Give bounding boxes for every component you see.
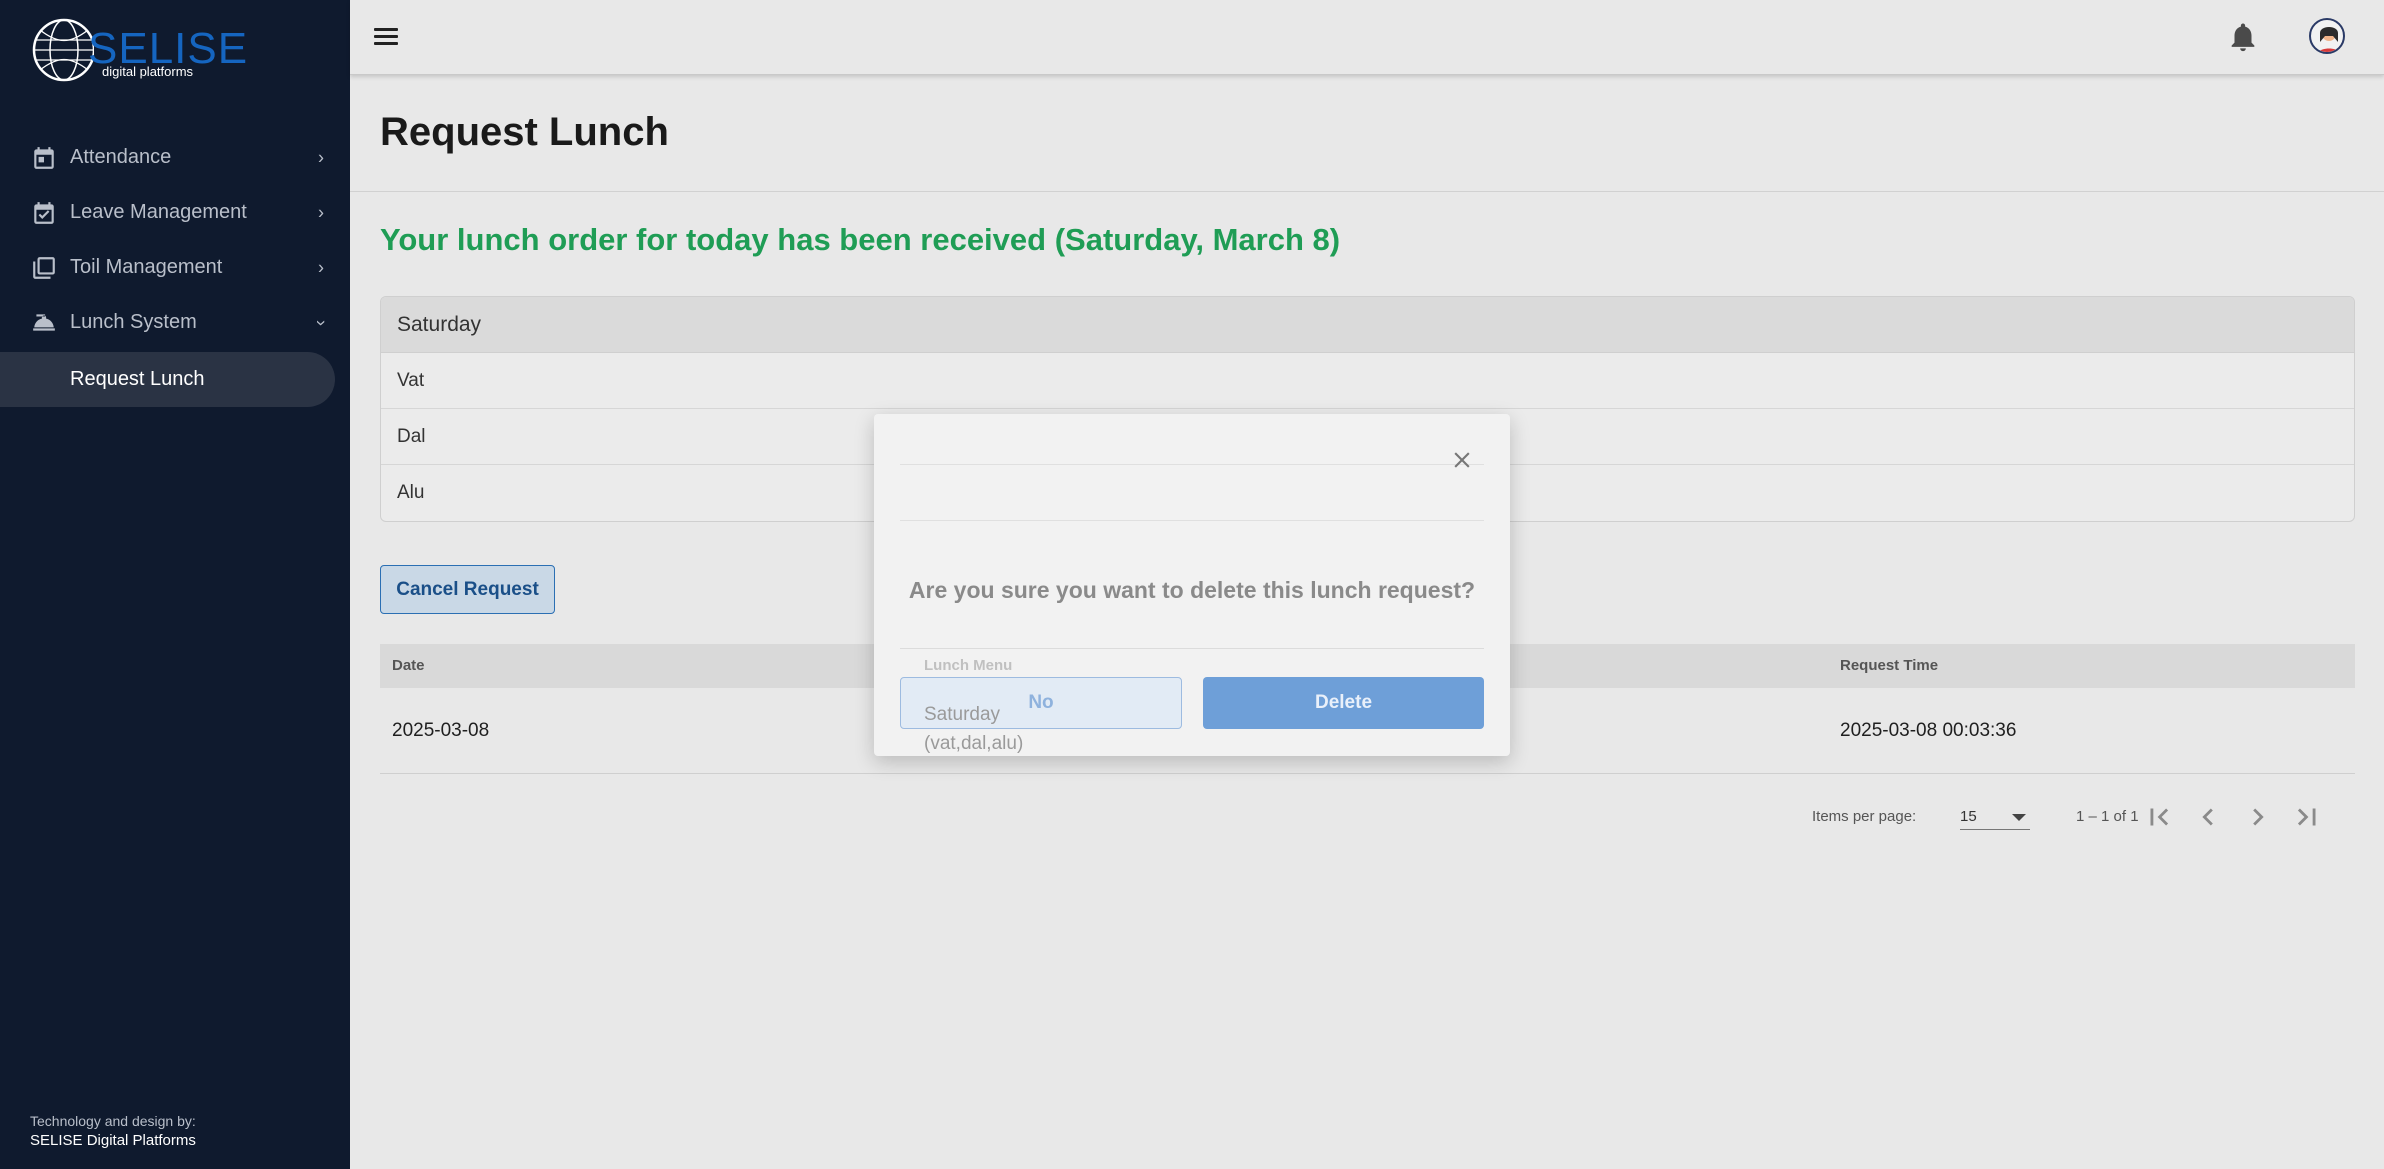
calendar-check-icon bbox=[30, 199, 58, 227]
sidebar-subitem-label: Request Lunch bbox=[70, 368, 205, 390]
page-title: Request Lunch bbox=[380, 110, 669, 154]
sidebar: SELISE digital platforms Attendance › Le… bbox=[0, 0, 350, 1169]
sidebar-item-leave-management[interactable]: Leave Management › bbox=[0, 185, 350, 240]
items-per-page-select[interactable]: 15 bbox=[1960, 800, 2030, 830]
divider bbox=[900, 464, 1484, 465]
room-service-icon bbox=[30, 309, 58, 337]
calendar-icon bbox=[30, 144, 58, 172]
column-header-date: Date bbox=[392, 657, 425, 674]
cell-request-time: 2025-03-08 00:03:36 bbox=[1840, 720, 2017, 741]
next-page-icon[interactable] bbox=[2241, 800, 2275, 834]
sidebar-item-request-lunch[interactable]: Request Lunch bbox=[0, 352, 335, 407]
credit-caption: Technology and design by: bbox=[30, 1113, 196, 1129]
menu-day-header: Saturday bbox=[381, 297, 2354, 353]
sidebar-item-lunch-system[interactable]: Lunch System › bbox=[0, 295, 350, 350]
page-range: 1 – 1 of 1 bbox=[2076, 808, 2139, 825]
credit-company: SELISE Digital Platforms bbox=[30, 1132, 196, 1149]
close-icon[interactable] bbox=[1449, 447, 1475, 473]
chevron-down-icon: › bbox=[311, 319, 332, 326]
brand-tagline: digital platforms bbox=[102, 64, 194, 79]
column-header-request-time: Request Time bbox=[1840, 657, 1939, 674]
cell-menu-items: (vat,dal,alu) bbox=[924, 733, 1024, 754]
items-per-page-value: 15 bbox=[1960, 808, 1977, 825]
chevron-right-icon: › bbox=[318, 202, 324, 222]
dropdown-arrow-icon bbox=[2012, 814, 2026, 821]
column-header-lunch-menu: Lunch Menu bbox=[924, 657, 1013, 674]
top-bar bbox=[350, 0, 2384, 75]
divider bbox=[350, 191, 2384, 192]
confirm-delete-dialog: Are you sure you want to delete this lun… bbox=[874, 414, 1510, 756]
cell-menu-day: Saturday bbox=[924, 704, 1001, 725]
sidebar-item-label: Toil Management bbox=[70, 256, 223, 278]
cell-date: 2025-03-08 bbox=[392, 720, 490, 741]
globe-icon bbox=[32, 18, 94, 82]
previous-page-icon[interactable] bbox=[2191, 800, 2225, 834]
items-per-page-label: Items per page: bbox=[1812, 808, 1917, 825]
user-avatar[interactable] bbox=[2309, 18, 2345, 54]
menu-icon[interactable] bbox=[372, 24, 400, 52]
menu-item: Vat bbox=[381, 353, 2354, 409]
chevron-right-icon: › bbox=[318, 147, 324, 167]
sidebar-item-toil-management[interactable]: Toil Management › bbox=[0, 240, 350, 295]
paginator: Items per page: 15 1 – 1 of 1 bbox=[380, 790, 2355, 840]
sidebar-item-label: Leave Management bbox=[70, 201, 247, 223]
sidebar-nav: Attendance › Leave Management › Toil Man… bbox=[0, 130, 350, 407]
chevron-right-icon: › bbox=[318, 257, 324, 277]
sidebar-item-label: Attendance bbox=[70, 146, 172, 168]
last-page-icon[interactable] bbox=[2290, 800, 2324, 834]
dialog-message: Are you sure you want to delete this lun… bbox=[908, 577, 1476, 603]
library-icon bbox=[30, 254, 58, 282]
delete-button[interactable]: Delete bbox=[1203, 677, 1484, 729]
divider bbox=[900, 520, 1484, 521]
footer-credit: Technology and design by: SELISE Digital… bbox=[30, 1112, 196, 1150]
sidebar-item-label: Lunch System bbox=[70, 311, 197, 333]
notification-bell-icon[interactable] bbox=[2226, 20, 2260, 54]
brand-logo[interactable]: SELISE digital platforms bbox=[30, 14, 247, 86]
sidebar-item-attendance[interactable]: Attendance › bbox=[0, 130, 350, 185]
divider bbox=[900, 648, 1484, 649]
first-page-icon[interactable] bbox=[2142, 800, 2176, 834]
success-message: Your lunch order for today has been rece… bbox=[380, 222, 1341, 257]
cancel-request-button[interactable]: Cancel Request bbox=[380, 565, 555, 614]
